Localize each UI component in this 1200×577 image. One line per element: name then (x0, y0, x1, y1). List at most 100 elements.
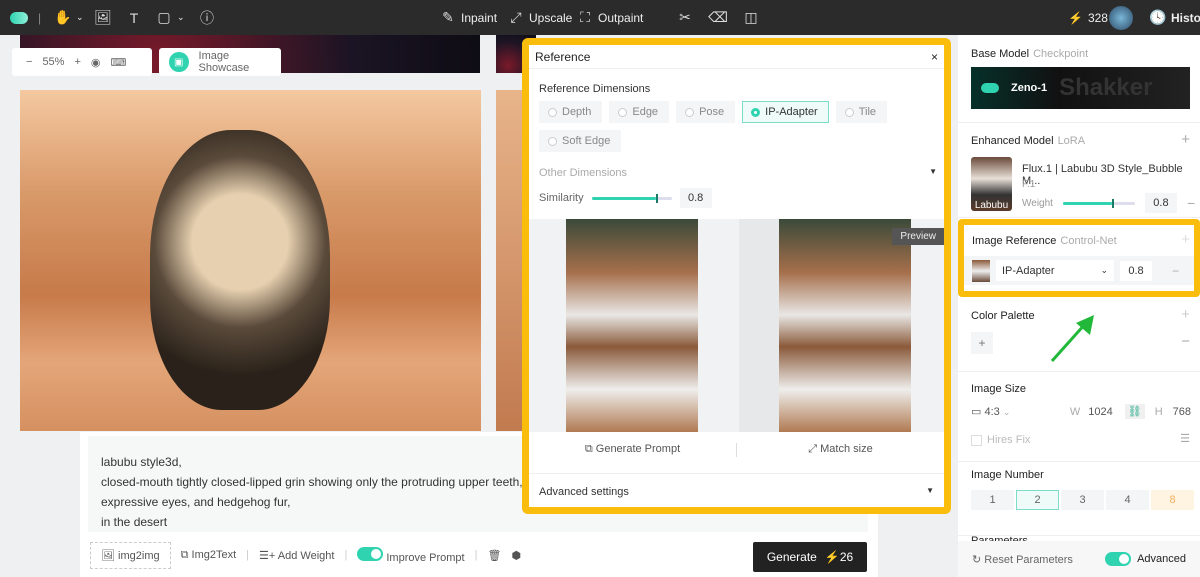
chevron-down-icon: ⌄ (1002, 407, 1011, 417)
sliders-icon[interactable]: ☰ (1180, 432, 1190, 445)
radio[interactable] (548, 136, 557, 146)
dimension-option[interactable]: Edge (609, 101, 670, 123)
avatar[interactable] (1109, 0, 1133, 35)
logo-icon (10, 0, 28, 35)
keyboard-icon[interactable]: ⌨ (111, 56, 127, 69)
slider-handle[interactable] (655, 193, 658, 203)
remove-reference-button[interactable]: − (1172, 264, 1179, 278)
preview-image[interactable] (779, 219, 911, 432)
outpaint-button[interactable]: ⛶ Outpaint (577, 0, 643, 35)
close-icon[interactable]: × (931, 50, 938, 64)
add-weight-button[interactable]: ☰+ Add Weight (259, 549, 334, 562)
remove-lora-button[interactable]: − (1187, 195, 1195, 211)
checkbox[interactable] (971, 434, 982, 446)
zoom-out-button[interactable]: − (26, 56, 32, 68)
img2text-label: Img2Text (191, 548, 237, 561)
history-button[interactable]: 🕓 History (1149, 0, 1200, 35)
help-button[interactable]: ⓘ (199, 0, 215, 35)
size-row: ▭ 4:3 ⌄ W 1024 ⛓ H 768 (971, 404, 1191, 419)
section-title: Image Size (971, 383, 1027, 395)
remove-palette-button[interactable]: − (1181, 333, 1190, 350)
radio[interactable] (548, 107, 557, 117)
lightning-icon: ⚡ (1068, 10, 1083, 25)
toggle-switch[interactable] (357, 546, 384, 561)
img2img-button[interactable]: 🖼 img2img (90, 541, 171, 569)
radio[interactable] (618, 107, 628, 117)
toggle-switch[interactable] (1105, 552, 1132, 566)
compare-button[interactable]: ◫ (743, 0, 759, 35)
reset-parameters-button[interactable]: ↻ Reset Parameters (972, 553, 1073, 566)
advanced-settings-toggle[interactable]: Advanced settings ▼ (529, 473, 944, 498)
settings-icon[interactable]: ⬢ (511, 549, 521, 562)
radio[interactable] (685, 107, 695, 117)
upscale-button[interactable]: ⤢ Upscale (508, 0, 572, 35)
image-number-option[interactable]: 2 (1016, 490, 1059, 510)
image-size-section: Image Size ▭ 4:3 ⌄ W 1024 ⛓ H 768 Hires … (958, 372, 1200, 462)
dimension-option[interactable]: IP-Adapter (742, 101, 829, 123)
generate-button[interactable]: Generate ⚡26 (753, 542, 867, 572)
option-label: Soft Edge (562, 135, 611, 147)
add-lora-button[interactable]: + (1181, 131, 1190, 148)
img2text-button[interactable]: ⧉ Img2Text (181, 549, 237, 562)
zoom-in-button[interactable]: + (74, 56, 80, 68)
lora-thumbnail[interactable]: Labubu (971, 157, 1012, 211)
match-size-button[interactable]: ⤢ Match size (737, 443, 944, 457)
chevron-down-icon: ⌄ (76, 12, 84, 22)
image-number-option[interactable]: 4 (1106, 490, 1149, 510)
width-input[interactable]: 1024 (1088, 406, 1112, 418)
reference-weight-value[interactable]: 0.8 (1120, 260, 1152, 281)
image-number-option[interactable]: 3 (1061, 490, 1104, 510)
other-dimensions-dropdown[interactable]: Other Dimensions ▼ (539, 167, 937, 179)
credits-count: 328 (1087, 10, 1108, 25)
dialog-actions: ⧉ Generate Prompt ⤢ Match size (529, 443, 944, 457)
help-icon: ⓘ (200, 9, 214, 26)
slider-fill (591, 196, 656, 200)
link-icon[interactable]: ⛓ (1124, 404, 1145, 419)
cut-button[interactable]: ✂ (677, 0, 693, 35)
image-showcase-button[interactable]: ▣ Image Showcase (159, 48, 281, 76)
image-add-button[interactable]: 🖼 (94, 0, 112, 35)
text-tool-button[interactable]: T (126, 0, 142, 35)
generate-prompt-button[interactable]: ⧉ Generate Prompt (529, 443, 736, 457)
option-label: Pose (699, 106, 725, 118)
chevron-down-icon: ⌄ (177, 12, 185, 22)
base-model-card[interactable]: Zeno-1 Shakker (971, 67, 1190, 109)
dimension-option[interactable]: Pose (676, 101, 736, 123)
trash-icon[interactable]: 🗑 (487, 549, 501, 562)
weight-value[interactable]: 0.8 (1144, 193, 1177, 213)
weight-slider[interactable] (1062, 198, 1135, 208)
eraser-button[interactable]: ⌫ (708, 0, 728, 35)
reference-image[interactable] (566, 219, 698, 432)
image-number-option[interactable]: 8 (1151, 490, 1194, 510)
hand-tool-button[interactable]: ✋ ⌄ (54, 0, 84, 35)
radio[interactable] (751, 107, 761, 117)
reference-type-select[interactable]: IP-Adapter ⌄ (996, 260, 1114, 281)
canvas-image-hedgehog[interactable] (20, 90, 481, 431)
improve-prompt-toggle[interactable]: Improve Prompt (357, 546, 465, 564)
hires-fix-checkbox[interactable]: Hires Fix (971, 434, 1030, 446)
aspect-ratio-select[interactable]: ▭ 4:3 ⌄ (971, 405, 1010, 418)
height-input[interactable]: 768 (1173, 406, 1191, 418)
locate-icon[interactable]: ◉ (91, 56, 101, 69)
dimension-option[interactable]: Depth (539, 101, 603, 123)
dimension-option[interactable]: Tile (835, 101, 888, 123)
reference-row: IP-Adapter ⌄ 0.8 − (964, 256, 1194, 285)
radio[interactable] (844, 107, 854, 117)
slider-handle[interactable] (1111, 198, 1114, 208)
similarity-slider[interactable] (591, 193, 672, 203)
add-reference-button[interactable]: + (1181, 231, 1190, 248)
dimension-option[interactable]: Soft Edge (539, 130, 622, 152)
reference-thumbnail[interactable] (972, 259, 990, 282)
image-reference-section: Image Reference Control-Net + IP-Adapter ⌄… (958, 219, 1200, 297)
add-palette-button[interactable]: + (971, 332, 993, 354)
add-weight-label: Add Weight (277, 549, 335, 562)
advanced-toggle[interactable]: Advanced (1105, 552, 1186, 566)
lora-weight-control: Weight 0.8 − (1022, 193, 1195, 213)
image-number-option[interactable]: 1 (971, 490, 1014, 510)
inpaint-button[interactable]: ✎ Inpaint (440, 0, 497, 35)
add-color-button[interactable]: + (1181, 306, 1190, 323)
similarity-value[interactable]: 0.8 (679, 188, 712, 208)
caret-down-icon: ▼ (926, 486, 934, 495)
lora-name: Flux.1 | Labubu 3D Style_Bubble M... (1022, 163, 1183, 187)
shape-tool-button[interactable]: ▢ ⌄ (156, 0, 185, 35)
